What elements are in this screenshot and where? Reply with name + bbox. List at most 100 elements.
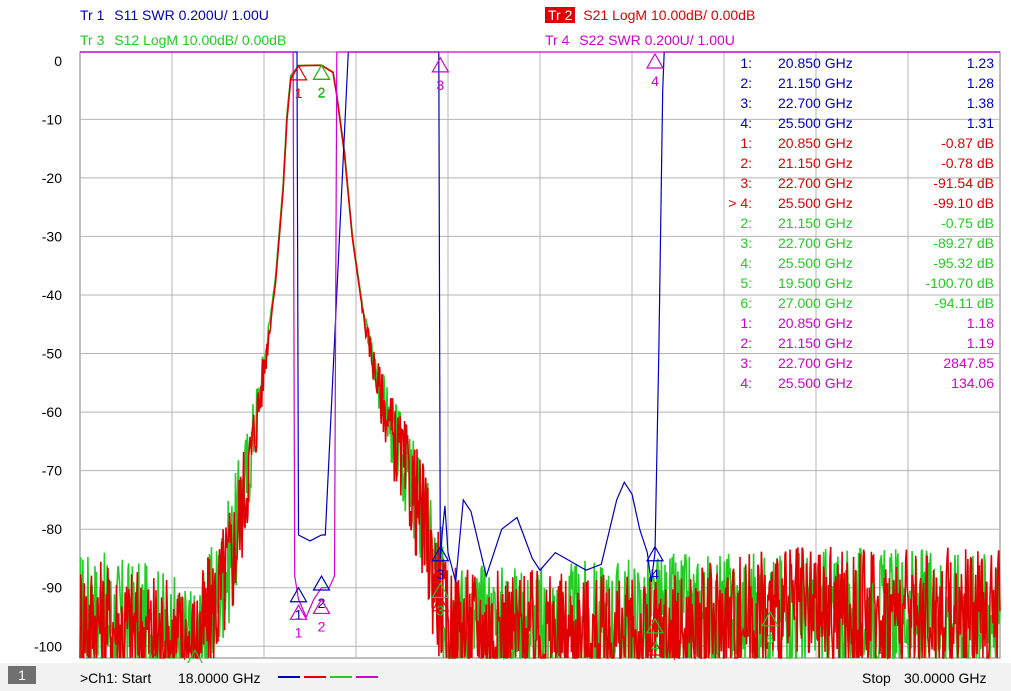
svg-text:3:: 3: bbox=[740, 95, 752, 111]
marker-table: 1: 20.850 GHz 1.23 2: 21.150 GHz 1.28 3: 22.700… bbox=[728, 55, 994, 391]
y-tick-label: -20 bbox=[42, 170, 62, 186]
svg-text:3:: 3: bbox=[740, 355, 752, 371]
marker-table-row: 1: 20.850 GHz -0.87 dB bbox=[740, 135, 994, 151]
marker-table-row: > 4: 25.500 GHz -99.10 dB bbox=[728, 195, 994, 211]
svg-text:2: 2 bbox=[318, 84, 326, 100]
stop-label: Stop bbox=[862, 670, 891, 686]
svg-text:-99.10 dB: -99.10 dB bbox=[933, 195, 994, 211]
svg-text:27.000 GHz: 27.000 GHz bbox=[778, 295, 853, 311]
svg-text:4:: 4: bbox=[740, 115, 752, 131]
start-value[interactable]: 18.0000 GHz bbox=[178, 669, 261, 687]
svg-text:21.150 GHz: 21.150 GHz bbox=[778, 155, 853, 171]
legend-line-s11 bbox=[278, 676, 300, 678]
y-tick-label: -90 bbox=[42, 580, 62, 596]
y-tick-label: -40 bbox=[42, 287, 62, 303]
marker-s22-4[interactable]: 4 bbox=[645, 52, 665, 89]
stop-value[interactable]: 30.0000 GHz bbox=[904, 669, 987, 687]
svg-text:19.500 GHz: 19.500 GHz bbox=[778, 275, 853, 291]
svg-text:25.500 GHz: 25.500 GHz bbox=[778, 195, 853, 211]
y-tick-label: -50 bbox=[42, 346, 62, 362]
vna-display: Tr 1 S11 SWR 0.200U/ 1.00U Tr 2 S21 LogM… bbox=[0, 0, 1011, 691]
y-tick-label: -70 bbox=[42, 463, 62, 479]
svg-text:1.38: 1.38 bbox=[967, 95, 994, 111]
svg-text:1: 1 bbox=[295, 85, 303, 101]
marker-s11-2[interactable]: 2 bbox=[312, 574, 331, 611]
svg-text:-100.70 dB: -100.70 dB bbox=[926, 275, 995, 291]
svg-text:1:: 1: bbox=[740, 315, 752, 331]
marker-table-row: 3: 22.700 GHz 2847.85 bbox=[740, 355, 994, 371]
measurement-plot: 0-10-20-30-40-50-60-70-80-90-100 1234234… bbox=[34, 51, 1001, 685]
svg-text:2:: 2: bbox=[740, 75, 752, 91]
marker-table-row: 4: 25.500 GHz 134.06 bbox=[740, 375, 994, 391]
svg-text:1: 1 bbox=[295, 624, 303, 640]
svg-text:3: 3 bbox=[436, 77, 444, 93]
y-tick-label: -10 bbox=[42, 111, 62, 127]
svg-text:-0.87 dB: -0.87 dB bbox=[941, 135, 994, 151]
svg-text:3: 3 bbox=[436, 602, 444, 618]
marker-table-row: 2: 21.150 GHz 1.28 bbox=[740, 75, 994, 91]
svg-text:1:: 1: bbox=[740, 135, 752, 151]
svg-text:> 4:: > 4: bbox=[728, 195, 752, 211]
marker-table-row: 6: 27.000 GHz -94.11 dB bbox=[740, 295, 994, 311]
y-tick-label: 0 bbox=[54, 53, 62, 69]
svg-text:3: 3 bbox=[436, 566, 444, 582]
marker-s22-3[interactable]: 3 bbox=[431, 56, 450, 93]
svg-text:22.700 GHz: 22.700 GHz bbox=[778, 175, 853, 191]
svg-text:2: 2 bbox=[318, 618, 326, 634]
svg-text:3:: 3: bbox=[740, 175, 752, 191]
svg-text:3:: 3: bbox=[740, 235, 752, 251]
marker-table-row: 1: 20.850 GHz 1.18 bbox=[740, 315, 994, 331]
marker-table-row: 2: 21.150 GHz -0.78 dB bbox=[740, 155, 994, 171]
svg-text:-0.78 dB: -0.78 dB bbox=[941, 155, 994, 171]
svg-text:22.700 GHz: 22.700 GHz bbox=[778, 355, 853, 371]
y-axis-ticks: 0 -10 -20 -30 -40 -50 -60 -70 -80 -90 -100 bbox=[34, 53, 62, 655]
marker-table-row: 4: 25.500 GHz 1.31 bbox=[740, 115, 994, 131]
svg-text:21.150 GHz: 21.150 GHz bbox=[778, 75, 853, 91]
svg-text:25.500 GHz: 25.500 GHz bbox=[778, 375, 853, 391]
svg-text:4: 4 bbox=[651, 566, 659, 582]
svg-text:2:: 2: bbox=[740, 155, 752, 171]
svg-text:-0.75 dB: -0.75 dB bbox=[941, 215, 994, 231]
legend-line-s12 bbox=[330, 676, 352, 678]
svg-text:2:: 2: bbox=[740, 215, 752, 231]
svg-text:-94.11 dB: -94.11 dB bbox=[934, 295, 994, 311]
channel-number[interactable]: 1 bbox=[8, 666, 36, 684]
svg-text:6: 6 bbox=[766, 631, 774, 647]
svg-text:21.150 GHz: 21.150 GHz bbox=[778, 215, 853, 231]
svg-text:1.31: 1.31 bbox=[967, 115, 994, 131]
svg-text:2847.85: 2847.85 bbox=[943, 355, 994, 371]
marker-table-row: 3: 22.700 GHz 1.38 bbox=[740, 95, 994, 111]
svg-text:1.19: 1.19 bbox=[967, 335, 994, 351]
svg-text:4:: 4: bbox=[740, 255, 752, 271]
marker-table-row: 5: 19.500 GHz -100.70 dB bbox=[740, 275, 994, 291]
svg-text:1.28: 1.28 bbox=[967, 75, 994, 91]
svg-text:1:: 1: bbox=[740, 55, 752, 71]
svg-text:1.18: 1.18 bbox=[967, 315, 994, 331]
svg-text:4:: 4: bbox=[740, 375, 752, 391]
svg-text:-95.32 dB: -95.32 dB bbox=[933, 255, 994, 271]
svg-text:6:: 6: bbox=[740, 295, 752, 311]
svg-text:21.150 GHz: 21.150 GHz bbox=[778, 335, 853, 351]
svg-text:20.850 GHz: 20.850 GHz bbox=[778, 55, 853, 71]
svg-text:1.23: 1.23 bbox=[967, 55, 994, 71]
svg-text:25.500 GHz: 25.500 GHz bbox=[778, 115, 853, 131]
svg-text:20.850 GHz: 20.850 GHz bbox=[778, 135, 853, 151]
svg-text:22.700 GHz: 22.700 GHz bbox=[778, 235, 853, 251]
svg-text:5:: 5: bbox=[740, 275, 752, 291]
marker-table-row: 3: 22.700 GHz -89.27 dB bbox=[740, 235, 994, 251]
svg-text:-89.27 dB: -89.27 dB bbox=[933, 235, 994, 251]
svg-text:20.850 GHz: 20.850 GHz bbox=[778, 315, 853, 331]
legend-line-s22 bbox=[356, 676, 378, 678]
y-tick-label: -30 bbox=[42, 228, 62, 244]
marker-table-row: 4: 25.500 GHz -95.32 dB bbox=[740, 255, 994, 271]
svg-text:4: 4 bbox=[651, 73, 659, 89]
svg-text:-91.54 dB: -91.54 dB bbox=[933, 175, 994, 191]
marker-table-row: 2: 21.150 GHz 1.19 bbox=[740, 335, 994, 351]
marker-s12-2[interactable]: 2 bbox=[312, 63, 331, 100]
svg-text:4: 4 bbox=[651, 638, 659, 654]
start-label: >Ch1: Start bbox=[80, 670, 152, 686]
marker-table-row: 2: 21.150 GHz -0.75 dB bbox=[740, 215, 994, 231]
legend-line-s21 bbox=[304, 676, 326, 678]
channel-bar bbox=[0, 663, 1011, 691]
svg-text:25.500 GHz: 25.500 GHz bbox=[778, 255, 853, 271]
